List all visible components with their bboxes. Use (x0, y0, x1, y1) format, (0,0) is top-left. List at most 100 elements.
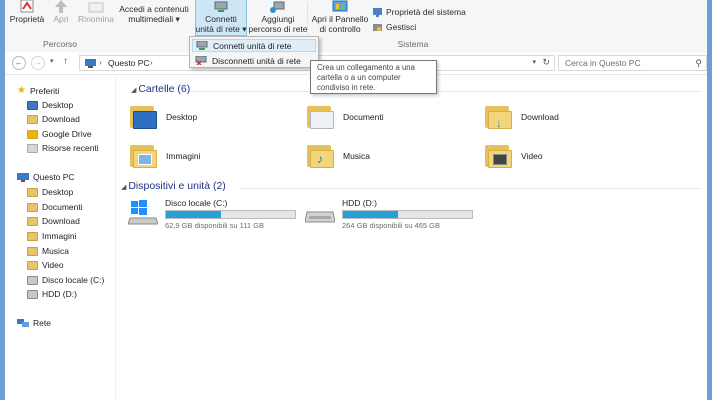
documents-folder-icon (307, 104, 335, 130)
recent-locations-chevron-icon[interactable]: ▾ (50, 57, 54, 65)
sidebar-item-desktop[interactable]: Desktop (27, 100, 73, 110)
desktop-folder-icon (130, 104, 158, 130)
address-dropdown-icon[interactable]: ▾ (532, 58, 536, 66)
access-media-button[interactable]: Accedi a contenuti multimediali ▾ (118, 4, 190, 24)
folder-tile-video[interactable]: Video (485, 143, 543, 169)
map-network-drive-label[interactable]: Connetti unità di rete ▾ (193, 0, 249, 34)
drive-usage-bar (342, 210, 473, 219)
recent-places-icon (27, 143, 38, 153)
sidebar-item-network[interactable]: Rete (17, 318, 51, 328)
sidebar-item-favorites[interactable]: ★ Preferiti (17, 85, 59, 96)
section-divider (190, 91, 700, 92)
drive-name: HDD (D:) (342, 198, 377, 208)
open-button[interactable]: Apri (49, 0, 73, 24)
download-folder-icon: ↓ (485, 104, 513, 130)
map-network-drive-menu: Connetti unità di rete Disconnetti unità… (189, 36, 319, 68)
rename-button[interactable]: Rinomina (75, 0, 117, 24)
drive-name: Disco locale (C:) (165, 198, 228, 208)
breadcrumb-separator-icon: › (150, 58, 153, 67)
back-button[interactable]: ← (12, 56, 26, 70)
explorer-window: Proprietà Apri Rinomina Accedi a contenu… (0, 0, 712, 400)
map-drive-icon (196, 41, 208, 50)
sidebar-item-local-disk[interactable]: Disco locale (C:) (27, 275, 104, 285)
breadcrumb-separator-icon: › (99, 58, 102, 67)
folder-icon (27, 260, 38, 270)
sidebar-item-pc-music[interactable]: Musica (27, 246, 69, 256)
sidebar-item-recent[interactable]: Risorse recenti (27, 143, 99, 153)
folder-icon (27, 187, 38, 197)
sidebar-item-pc-download[interactable]: Download (27, 216, 80, 226)
search-input[interactable]: Cerca in Questo PC ⚲ (558, 55, 707, 71)
network-icon (17, 318, 29, 327)
properties-icon (20, 0, 34, 13)
add-network-location-button[interactable]: Aggiungi percorso di rete (248, 0, 308, 34)
drive-tile-c[interactable]: Disco locale (C:) 62,9 GB disponibili su… (128, 198, 296, 230)
folder-tile-pictures[interactable]: Immagini (130, 143, 200, 169)
access-media-label-1: Accedi a contenuti (119, 4, 189, 14)
video-folder-icon (485, 143, 513, 169)
system-properties-button[interactable]: Proprietà del sistema (373, 7, 466, 17)
section-divider (240, 188, 700, 189)
drive-usage-fill (343, 211, 399, 218)
search-icon: ⚲ (695, 58, 702, 68)
breadcrumb-this-pc[interactable]: Questo PC (108, 58, 150, 68)
sidebar-item-google-drive[interactable]: Google Drive (27, 129, 92, 139)
network-location-icon (270, 1, 285, 13)
desktop-icon (27, 100, 38, 110)
drive-tile-d[interactable]: HDD (D:) 264 GB disponibili su 465 GB (305, 198, 473, 230)
download-folder-icon (27, 114, 38, 124)
refresh-icon[interactable]: ↻ (542, 57, 550, 68)
drive-icon (27, 289, 38, 299)
sidebar-item-download[interactable]: Download (27, 114, 80, 124)
forward-button[interactable]: → (31, 56, 45, 70)
pictures-folder-icon (130, 143, 158, 169)
disconnect-drive-icon (195, 56, 207, 65)
navigation-pane: ★ Preferiti Desktop Download Google Driv… (5, 75, 116, 400)
group-label-system: Sistema (397, 39, 429, 49)
ribbon: Proprietà Apri Rinomina Accedi a contenu… (5, 0, 707, 53)
up-arrow-icon[interactable]: ↑ (63, 56, 68, 67)
properties-button[interactable]: Proprietà (7, 0, 47, 24)
menu-item-map-network-drive[interactable]: Connetti unità di rete (192, 39, 316, 52)
sidebar-item-pc-documents[interactable]: Documenti (27, 202, 83, 212)
folder-icon (27, 246, 38, 256)
folder-icon (27, 231, 38, 241)
tooltip: Crea un collegamento a una cartella o a … (310, 60, 437, 94)
sidebar-item-hdd[interactable]: HDD (D:) (27, 289, 77, 299)
drive-usage-bar (165, 210, 296, 219)
access-media-label-2: multimediali ▾ (128, 14, 180, 24)
folder-tile-download[interactable]: ↓ Download (485, 104, 559, 130)
sidebar-item-pc-video[interactable]: Video (27, 260, 64, 270)
group-label-location: Percorso (42, 39, 77, 49)
window-border-right (707, 0, 712, 400)
star-icon: ★ (17, 85, 26, 96)
manage-button[interactable]: Gestisci (373, 22, 416, 32)
sidebar-item-pc-desktop[interactable]: Desktop (27, 187, 73, 197)
drive-icon (27, 275, 38, 285)
this-pc-icon (85, 59, 96, 68)
folder-tile-music[interactable]: ♪ Musica (307, 143, 370, 169)
menu-item-disconnect-network-drive[interactable]: Disconnetti unità di rete (192, 54, 316, 67)
section-title-folders[interactable]: ◢ Cartelle (6) (131, 83, 190, 95)
folder-icon (27, 202, 38, 212)
folder-tile-documents[interactable]: Documenti (307, 104, 384, 130)
computer-icon (17, 172, 29, 182)
hard-drive-icon (305, 211, 335, 223)
control-panel-icon (332, 0, 348, 12)
sidebar-item-pc-pictures[interactable]: Immagini (27, 231, 76, 241)
open-control-panel-button[interactable]: Apri il Pannello di controllo (309, 0, 371, 34)
windows-drive-icon (128, 200, 158, 225)
network-drive-icon (214, 1, 228, 12)
google-drive-icon (27, 129, 38, 139)
rename-icon (88, 2, 104, 13)
manage-icon (373, 23, 382, 31)
drive-free-space: 264 GB disponibili su 465 GB (342, 221, 440, 230)
section-title-drives[interactable]: ◢ Dispositivi e unità (2) (121, 180, 226, 192)
music-folder-icon: ♪ (307, 143, 335, 169)
sidebar-item-this-pc[interactable]: Questo PC (17, 172, 75, 182)
folder-icon (27, 216, 38, 226)
open-icon (55, 0, 67, 13)
system-properties-icon (373, 7, 382, 17)
folder-tile-desktop[interactable]: Desktop (130, 104, 197, 130)
drive-usage-fill (166, 211, 222, 218)
